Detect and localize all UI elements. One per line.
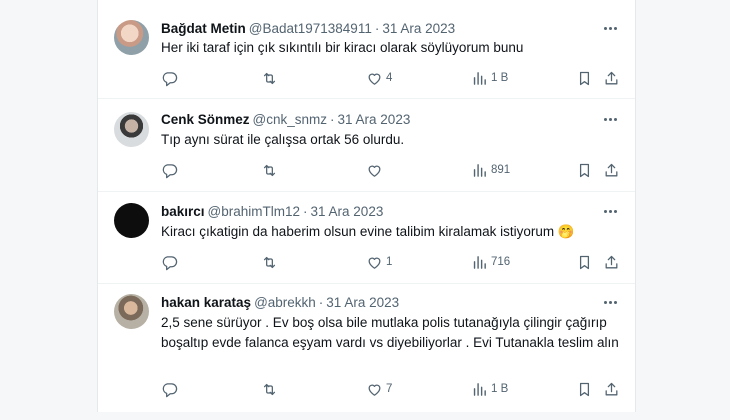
retweet-button[interactable] bbox=[261, 161, 278, 179]
reply-button[interactable] bbox=[161, 69, 178, 87]
retweet-icon bbox=[261, 254, 278, 271]
bookmark-icon bbox=[576, 70, 593, 87]
like-button[interactable]: 7 bbox=[366, 380, 392, 398]
share-button[interactable] bbox=[603, 253, 620, 271]
avatar[interactable] bbox=[114, 20, 149, 55]
user-name[interactable]: hakan karataş bbox=[161, 295, 251, 310]
user-handle[interactable]: @Badat1971384911 bbox=[249, 21, 372, 36]
reply-icon bbox=[161, 70, 178, 87]
separator: · bbox=[374, 21, 380, 36]
reply-button[interactable] bbox=[161, 380, 178, 398]
share-button[interactable] bbox=[603, 380, 620, 398]
user-name[interactable]: bakırcı bbox=[161, 204, 205, 219]
bookmark-icon bbox=[576, 254, 593, 271]
tweet[interactable]: Bağdat Metin @Badat1971384911 · 31 Ara 2023… bbox=[98, 8, 635, 99]
tweet-date[interactable]: 31 Ara 2023 bbox=[338, 112, 411, 127]
share-icon bbox=[603, 70, 620, 87]
tweet[interactable]: bakırcı @brahimTlm12 · 31 Ara 2023 Kiracı ç… bbox=[98, 192, 635, 284]
views-icon bbox=[471, 381, 488, 398]
bookmark-button[interactable] bbox=[576, 380, 593, 398]
view-count: 716 bbox=[491, 256, 511, 268]
tweet-header: hakan karataş @abrekkh · 31 Ara 2023 bbox=[161, 294, 399, 312]
reply-icon bbox=[161, 254, 178, 271]
views-button[interactable]: 891 bbox=[471, 161, 510, 179]
like-count: 1 bbox=[386, 256, 393, 268]
separator: · bbox=[303, 204, 308, 219]
view-count: 1 B bbox=[491, 72, 509, 84]
tweet[interactable]: Cenk Sönmez @cnk_snmz · 31 Ara 2023 Tıp ayn… bbox=[98, 99, 635, 192]
retweet-button[interactable] bbox=[261, 69, 278, 87]
like-count: 4 bbox=[386, 72, 393, 84]
reply-icon bbox=[161, 162, 178, 179]
share-button[interactable] bbox=[603, 161, 620, 179]
like-button[interactable]: 1 bbox=[366, 253, 392, 271]
views-icon bbox=[471, 254, 488, 271]
like-icon bbox=[366, 162, 383, 179]
more-icon[interactable] bbox=[599, 112, 621, 126]
views-button[interactable]: 1 B bbox=[471, 69, 508, 87]
reply-icon bbox=[161, 381, 178, 398]
like-button[interactable] bbox=[366, 161, 386, 179]
more-icon[interactable] bbox=[599, 204, 621, 218]
separator: · bbox=[330, 112, 335, 127]
tweet-header: bakırcı @brahimTlm12 · 31 Ara 2023 bbox=[161, 203, 383, 221]
user-name[interactable]: Bağdat Metin bbox=[161, 21, 246, 36]
tweet-text: Kiracı çıkatigin da haberim olsun evine … bbox=[161, 224, 575, 239]
bookmark-button[interactable] bbox=[576, 253, 593, 271]
user-handle[interactable]: @cnk_snmz bbox=[253, 112, 327, 127]
tweet-text: 2,5 sene sürüyor . Ev boş olsa bile mutl… bbox=[161, 315, 619, 350]
like-button[interactable]: 4 bbox=[366, 69, 392, 87]
user-handle[interactable]: @brahimTlm12 bbox=[208, 204, 300, 219]
separator: · bbox=[318, 295, 324, 310]
tweet-date[interactable]: 31 Ara 2023 bbox=[382, 21, 455, 36]
view-count: 891 bbox=[491, 164, 511, 176]
tweet-date[interactable]: 31 Ara 2023 bbox=[311, 204, 384, 219]
views-icon bbox=[471, 70, 488, 87]
more-icon[interactable] bbox=[599, 21, 621, 35]
reply-button[interactable] bbox=[161, 253, 178, 271]
tweet-feed: Bağdat Metin @Badat1971384911 · 31 Ara 2023… bbox=[97, 0, 636, 412]
tweet-text: Her iki taraf için çık sıkıntılı bir kir… bbox=[161, 40, 524, 55]
bookmark-button[interactable] bbox=[576, 69, 593, 87]
like-icon bbox=[366, 381, 383, 398]
tweet-header: Bağdat Metin @Badat1971384911 · 31 Ara 2023 bbox=[161, 20, 455, 38]
tweet-date[interactable]: 31 Ara 2023 bbox=[326, 295, 399, 310]
share-icon bbox=[603, 381, 620, 398]
bookmark-button[interactable] bbox=[576, 161, 593, 179]
tweet-text: Tıp aynı sürat ile çalışsa ortak 56 olur… bbox=[161, 132, 405, 147]
action-bar: 1 716 bbox=[161, 253, 619, 271]
bookmark-icon bbox=[576, 381, 593, 398]
like-icon bbox=[366, 254, 383, 271]
user-handle[interactable]: @abrekkh bbox=[254, 295, 316, 310]
more-icon[interactable] bbox=[599, 295, 621, 309]
avatar[interactable] bbox=[114, 112, 149, 147]
user-name[interactable]: Cenk Sönmez bbox=[161, 112, 250, 127]
tweet-header: Cenk Sönmez @cnk_snmz · 31 Ara 2023 bbox=[161, 111, 410, 129]
views-button[interactable]: 1 B bbox=[471, 380, 508, 398]
reply-button[interactable] bbox=[161, 161, 178, 179]
tweet[interactable]: hakan karataş @abrekkh · 31 Ara 2023 2,5 se… bbox=[98, 284, 635, 412]
views-icon bbox=[471, 162, 488, 179]
retweet-icon bbox=[261, 381, 278, 398]
share-icon bbox=[603, 162, 620, 179]
avatar[interactable] bbox=[114, 294, 149, 329]
action-bar: 891 bbox=[161, 161, 619, 179]
retweet-icon bbox=[261, 70, 278, 87]
retweet-icon bbox=[261, 162, 278, 179]
views-button[interactable]: 716 bbox=[471, 253, 510, 271]
retweet-button[interactable] bbox=[261, 253, 278, 271]
action-bar: 4 1 B bbox=[161, 69, 619, 87]
avatar[interactable] bbox=[114, 203, 149, 238]
like-count: 7 bbox=[386, 383, 393, 395]
share-icon bbox=[603, 254, 620, 271]
action-bar: 7 1 B bbox=[161, 380, 619, 398]
retweet-button[interactable] bbox=[261, 380, 278, 398]
like-icon bbox=[366, 70, 383, 87]
view-count: 1 B bbox=[491, 383, 509, 395]
share-button[interactable] bbox=[603, 69, 620, 87]
bookmark-icon bbox=[576, 162, 593, 179]
